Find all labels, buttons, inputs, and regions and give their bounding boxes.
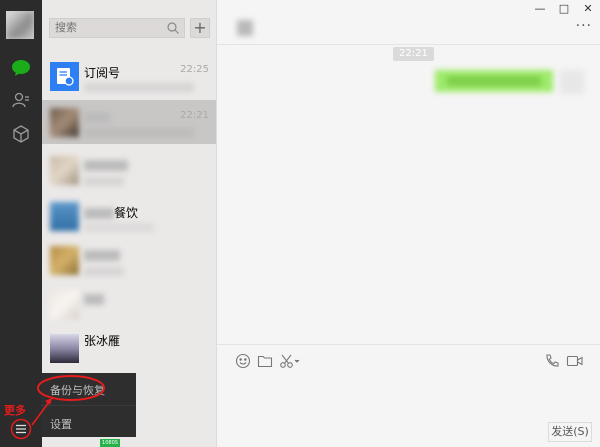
avatar bbox=[50, 108, 79, 137]
conversation-item[interactable]: 张冰雁 bbox=[42, 324, 216, 378]
phone-icon[interactable] bbox=[544, 353, 562, 371]
chat-more-button[interactable]: ··· bbox=[576, 18, 592, 34]
more-menu-icon[interactable] bbox=[10, 418, 32, 440]
more-popup-menu: 备份与恢复 设置 bbox=[41, 373, 136, 437]
close-button[interactable]: ✕ bbox=[576, 0, 600, 20]
search-box[interactable] bbox=[49, 18, 185, 38]
conversation-name bbox=[84, 158, 128, 172]
message-timestamp: 22:21 bbox=[393, 47, 434, 61]
conversation-name bbox=[84, 110, 110, 124]
avatar bbox=[50, 246, 79, 275]
folder-icon[interactable] bbox=[257, 353, 275, 371]
subscription-icon bbox=[50, 62, 79, 91]
conversation-preview bbox=[84, 223, 154, 232]
conversation-name bbox=[84, 292, 104, 306]
favorites-icon[interactable] bbox=[10, 123, 32, 145]
left-nav-rail bbox=[0, 0, 42, 447]
menu-item-label: 备份与恢复 bbox=[50, 384, 105, 397]
screenshot-icon[interactable] bbox=[279, 353, 301, 371]
conversation-preview bbox=[84, 267, 124, 276]
avatar bbox=[50, 156, 79, 185]
conversation-name bbox=[84, 248, 120, 262]
conversation-preview bbox=[84, 177, 124, 186]
message-bubble[interactable] bbox=[435, 70, 553, 92]
search-icon bbox=[167, 22, 179, 34]
add-button[interactable]: + bbox=[190, 18, 210, 38]
menu-item-label: 设置 bbox=[50, 418, 72, 431]
conversation-time: 22:21 bbox=[180, 110, 209, 121]
my-avatar[interactable] bbox=[560, 70, 584, 94]
annotation-more-label: 更多 bbox=[4, 404, 26, 417]
window-controls: — □ ✕ bbox=[528, 0, 600, 20]
video-call-icon[interactable] bbox=[566, 353, 586, 371]
chat-title bbox=[237, 20, 253, 36]
chat-icon[interactable] bbox=[10, 57, 32, 79]
conversation-name: 餐饮 bbox=[84, 204, 138, 221]
contacts-icon[interactable] bbox=[10, 89, 32, 111]
minimize-button[interactable]: — bbox=[528, 0, 552, 20]
promo-badge: 1080S bbox=[100, 439, 120, 447]
conversation-item-selected[interactable]: 22:21 bbox=[42, 100, 216, 144]
menu-divider bbox=[41, 405, 136, 406]
header-divider bbox=[217, 44, 600, 45]
send-button[interactable]: 发送(S) bbox=[548, 422, 592, 442]
avatar bbox=[50, 202, 79, 231]
menu-item-settings[interactable]: 设置 bbox=[41, 407, 136, 437]
menu-item-backup-restore[interactable]: 备份与恢复 bbox=[41, 373, 136, 405]
conversation-name: 订阅号 bbox=[84, 66, 121, 80]
conversation-time: 22:25 bbox=[180, 64, 209, 75]
avatar bbox=[50, 290, 79, 319]
conversation-preview bbox=[84, 83, 194, 92]
emoji-icon[interactable] bbox=[235, 353, 253, 371]
avatar[interactable] bbox=[6, 11, 34, 39]
conversation-preview bbox=[84, 128, 194, 137]
chat-panel: — □ ✕ ··· 22:21 发送(S) bbox=[217, 0, 600, 447]
search-input[interactable] bbox=[50, 19, 165, 37]
avatar bbox=[50, 334, 79, 363]
message-text bbox=[447, 76, 541, 86]
conversation-item[interactable]: 订阅号 22:25 bbox=[42, 52, 216, 106]
input-divider bbox=[217, 344, 600, 345]
maximize-button[interactable]: □ bbox=[552, 0, 576, 20]
conversation-name: 张冰雁 bbox=[84, 334, 121, 348]
